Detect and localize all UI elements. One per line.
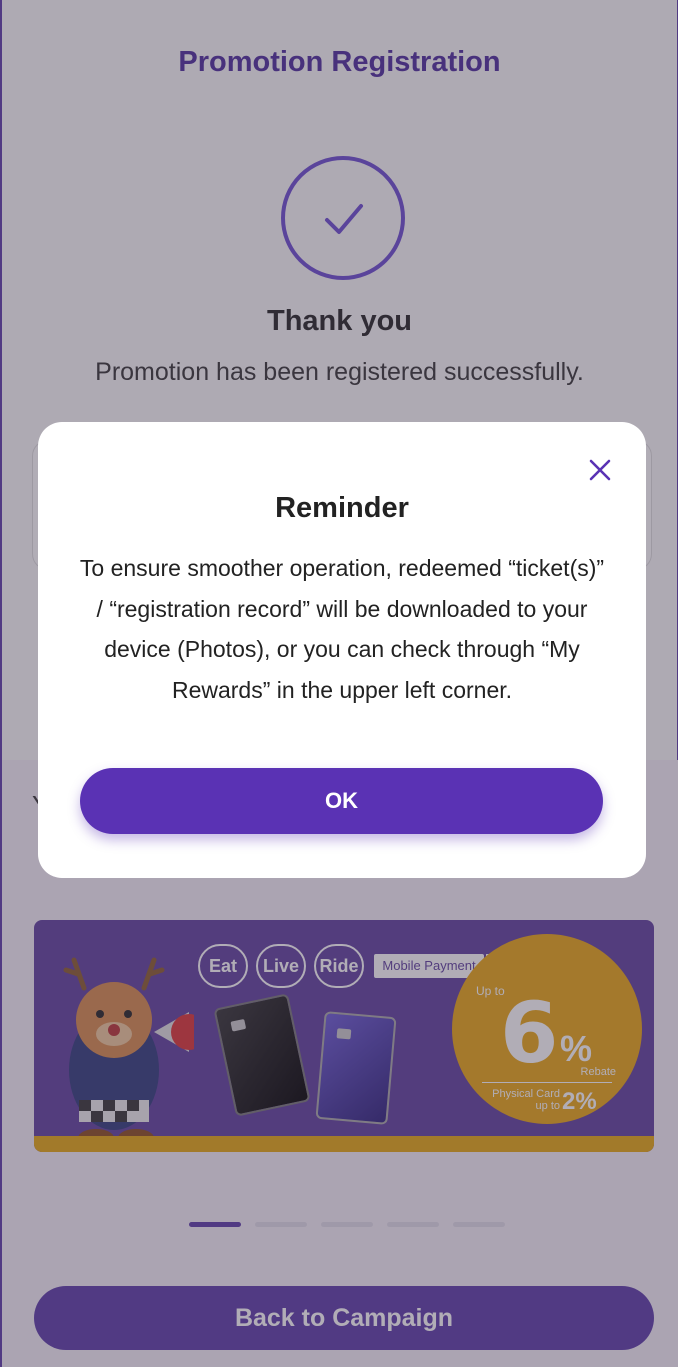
reminder-dialog: Reminder To ensure smoother operation, r… <box>38 422 646 878</box>
close-icon[interactable] <box>582 452 618 488</box>
ok-button[interactable]: OK <box>80 768 603 834</box>
dialog-message: To ensure smoother operation, redeemed “… <box>79 555 605 703</box>
dialog-title: Reminder <box>275 492 409 524</box>
